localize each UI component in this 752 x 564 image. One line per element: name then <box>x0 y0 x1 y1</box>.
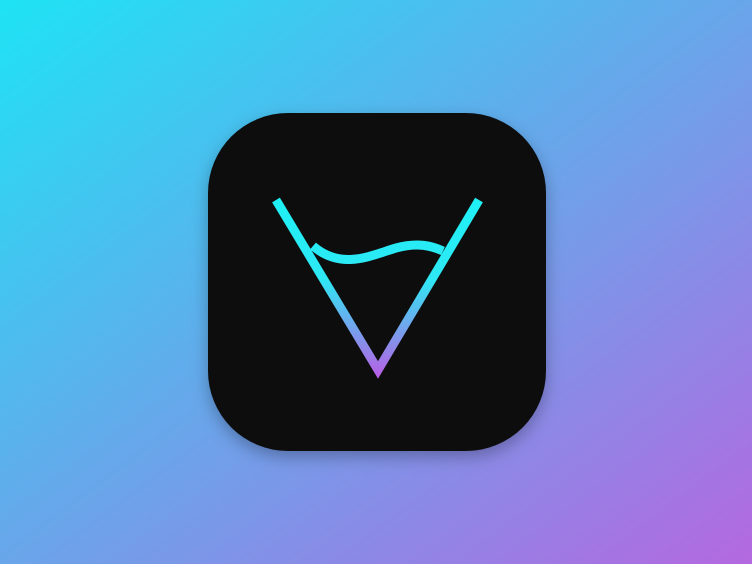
canvas <box>0 0 752 564</box>
app-icon[interactable] <box>208 113 546 451</box>
icon-showcase <box>0 0 752 564</box>
app-icon-tile <box>208 113 546 451</box>
